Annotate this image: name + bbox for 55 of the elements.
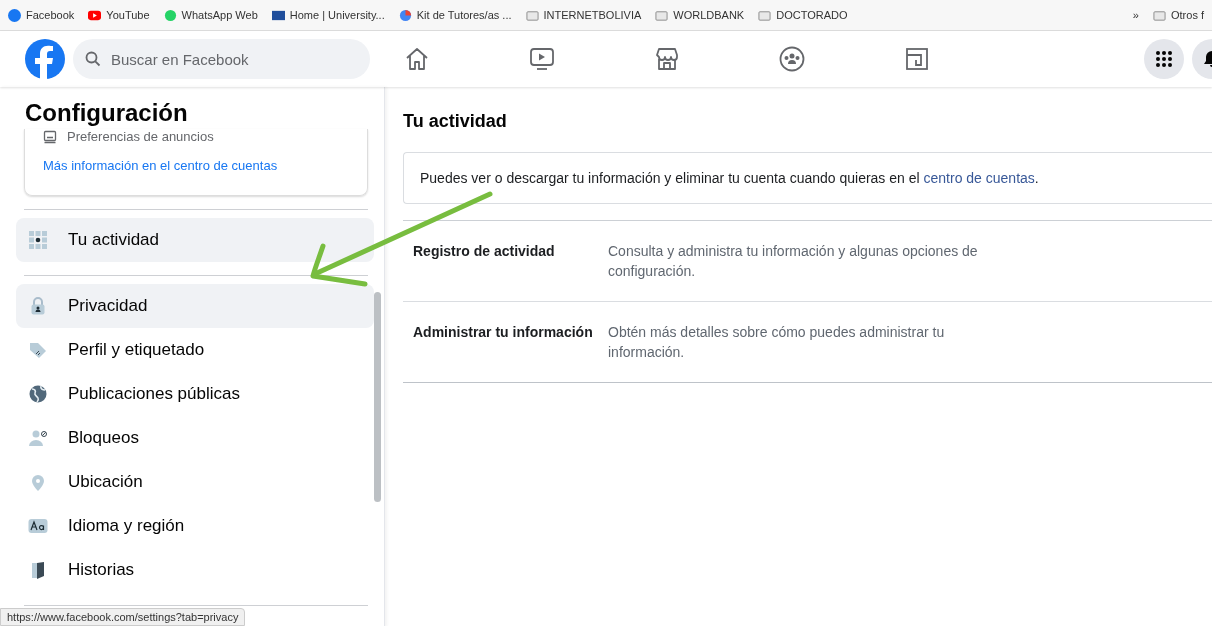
bookmark-link[interactable]: Otros f xyxy=(1153,8,1204,22)
more-bookmarks-button[interactable]: » xyxy=(1132,9,1139,21)
section-title: Tu actividad xyxy=(403,111,508,132)
scrollbar[interactable] xyxy=(374,292,381,502)
bookmark-link[interactable]: Kit de Tutores/as ... xyxy=(398,8,512,22)
status-url-tooltip: https://www.facebook.com/settings?tab=privacy xyxy=(0,608,246,626)
sidebar-item[interactable]: Perfil y etiquetado xyxy=(16,328,374,372)
groups-icon[interactable] xyxy=(778,45,806,73)
bookmark-link[interactable]: DOCTORADO xyxy=(758,8,848,22)
sidebar-title: Configuración xyxy=(25,99,189,127)
video-icon[interactable] xyxy=(528,45,556,73)
accounts-center-link[interactable]: Más información en el centro de cuentas xyxy=(43,158,349,173)
lock-icon xyxy=(28,296,48,316)
search-bar[interactable]: Buscar en Facebook xyxy=(73,39,370,79)
play-icon xyxy=(88,8,102,22)
settings-row[interactable]: Registro de actividad Consulta y administra tu información y algunas opciones de configuración. xyxy=(403,221,1212,302)
monitor-icon xyxy=(43,129,57,144)
sidebar-item[interactable]: Bloqueos xyxy=(16,416,374,460)
sidebar-item[interactable]: Historias xyxy=(16,548,374,592)
bookmark-link[interactable]: Facebook xyxy=(8,8,75,22)
store-icon[interactable] xyxy=(653,45,681,73)
language-icon xyxy=(28,516,48,536)
bookmark-link[interactable]: WORLDBANK xyxy=(655,8,745,22)
accounts-center-link[interactable]: centro de cuentas xyxy=(923,170,1035,186)
circle-icon xyxy=(398,8,412,22)
sidebar-item[interactable]: Idioma y región xyxy=(16,504,374,548)
folder-icon xyxy=(1153,8,1166,22)
row-label: Administrar tu información xyxy=(413,323,594,342)
facebook-logo[interactable] xyxy=(25,39,65,79)
row-label: Registro de actividad xyxy=(413,242,556,261)
bookmark-link[interactable]: INTERNETBOLIVIA xyxy=(525,8,642,22)
settings-row[interactable]: Administrar tu información Obtén más detalles sobre cómo puedes administrar tu información. xyxy=(403,302,1212,383)
search-input[interactable]: Buscar en Facebook xyxy=(109,49,313,69)
folder-icon xyxy=(525,8,539,22)
bookmark-link[interactable]: WhatsApp Web xyxy=(163,8,258,22)
bookmark-link[interactable]: Home | University... xyxy=(271,8,385,22)
row-description: Consulta y administra tu información y algunas opciones de configuración. xyxy=(608,242,978,281)
grid-icon xyxy=(1154,49,1174,69)
folder-icon xyxy=(758,8,772,22)
sidebar-item[interactable]: Ubicación xyxy=(16,460,374,504)
row-description: Obtén más detalles sobre cómo puedes administrar tu información. xyxy=(608,323,946,362)
sidebar-item[interactable]: Tu actividad xyxy=(16,218,374,262)
notice-text: Puedes ver o descargar tu información y eliminar tu cuenta cuando quieras en el centro de cuentas. xyxy=(420,170,1039,186)
gaming-icon[interactable] xyxy=(903,45,931,73)
tag-icon xyxy=(28,340,48,360)
sidebar-item[interactable]: Publicaciones públicas xyxy=(16,372,374,416)
activity-grid-icon xyxy=(28,230,48,250)
blocked-person-icon xyxy=(28,428,48,448)
menu-button[interactable] xyxy=(1144,39,1184,79)
menu-item-label[interactable]: Preferencias de anuncios xyxy=(67,129,214,144)
search-icon xyxy=(85,51,101,67)
sidebar-item[interactable]: Privacidad xyxy=(16,284,374,328)
folder-icon xyxy=(655,8,669,22)
globe-icon xyxy=(28,384,48,404)
bookmark-link[interactable]: YouTube xyxy=(88,8,150,22)
